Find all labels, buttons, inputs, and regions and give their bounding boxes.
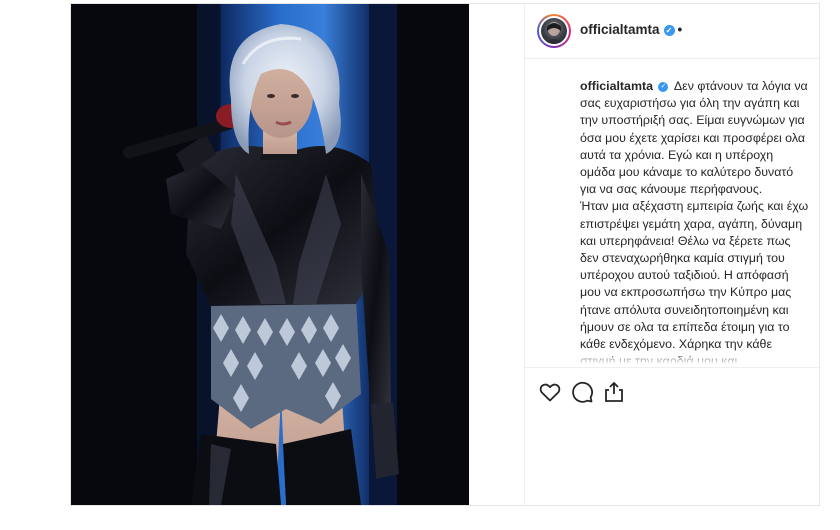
- avatar[interactable]: [537, 14, 571, 48]
- caption-username[interactable]: officialtamta: [580, 79, 653, 93]
- post-photo[interactable]: [71, 4, 469, 505]
- post-sidebar: officialtamta ✓ • officialtamta ✓ Δεν φτάν…: [524, 4, 821, 505]
- post-header: officialtamta ✓ •: [525, 4, 821, 59]
- header-username-text[interactable]: officialtamta: [580, 22, 660, 37]
- heart-icon[interactable]: [538, 380, 562, 404]
- performer-image: [71, 4, 469, 505]
- verified-badge-icon: ✓: [663, 24, 675, 36]
- header-username[interactable]: officialtamta ✓ •: [580, 22, 682, 37]
- share-icon[interactable]: [602, 380, 626, 404]
- separator-dot: •: [677, 22, 683, 37]
- profile-photo: [541, 18, 567, 44]
- caption-verified-badge-icon: ✓: [658, 81, 669, 92]
- comment-icon[interactable]: [570, 380, 594, 404]
- post-caption: officialtamta ✓ Δεν φτάνουν τα λόγια να …: [580, 78, 810, 364]
- instagram-post: officialtamta ✓ • officialtamta ✓ Δεν φτάν…: [70, 3, 821, 506]
- caption-fade: [580, 352, 815, 364]
- caption-text: Δεν φτάνουν τα λόγια να σας ευχαριστήσω …: [580, 79, 809, 364]
- post-actions: [525, 367, 821, 418]
